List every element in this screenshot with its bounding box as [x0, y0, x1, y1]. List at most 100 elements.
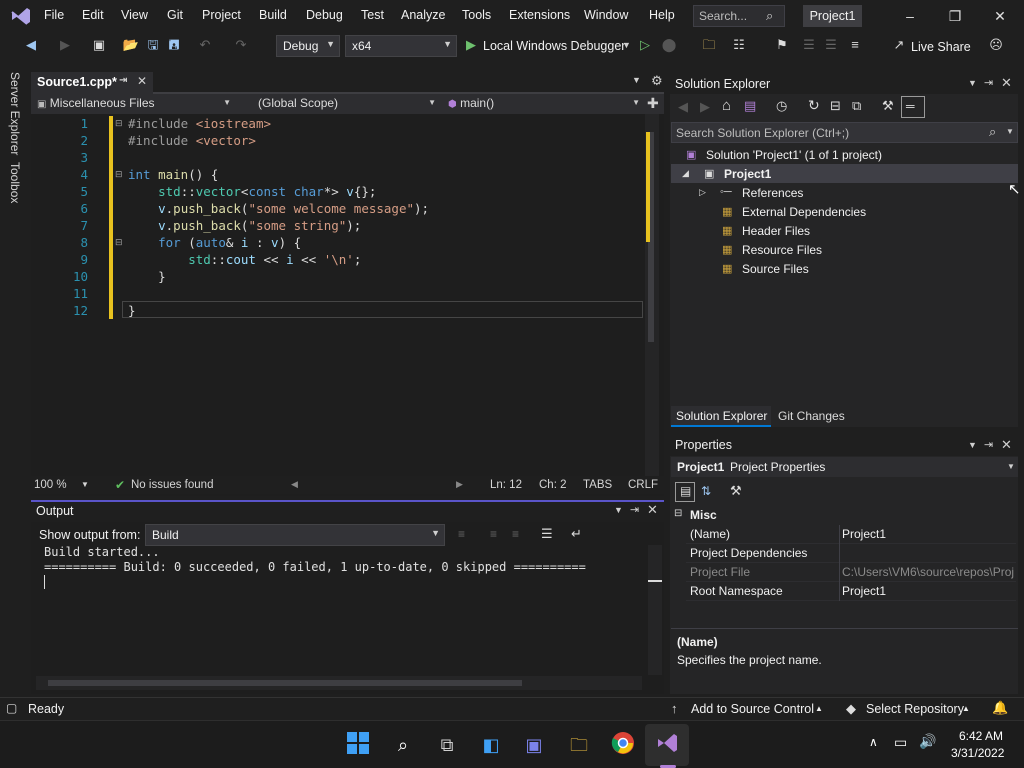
- menu-build[interactable]: Build: [259, 8, 287, 22]
- visual-studio-logo-icon[interactable]: [10, 6, 32, 26]
- home-icon[interactable]: ⌂: [722, 97, 731, 114]
- show-all-files-icon[interactable]: ⧉: [852, 98, 861, 114]
- tree-references[interactable]: References: [742, 186, 803, 200]
- editor-scrollbar[interactable]: [645, 114, 659, 476]
- menu-extensions[interactable]: Extensions: [509, 8, 570, 22]
- property-row[interactable]: (Name) Project1: [686, 525, 1016, 544]
- menu-tools[interactable]: Tools: [462, 8, 491, 22]
- live-share-icon[interactable]: ↗: [890, 36, 908, 54]
- start-without-debug-icon[interactable]: ▷: [636, 36, 654, 54]
- windows-start-icon[interactable]: [344, 731, 372, 759]
- project-scope-select[interactable]: ▣ Miscellaneous Files ▼: [33, 94, 233, 114]
- column-indicator[interactable]: Ch: 2: [539, 479, 567, 491]
- line-endings[interactable]: CRLF: [628, 479, 658, 491]
- close-icon[interactable]: ✕: [990, 6, 1010, 26]
- property-row[interactable]: Root Namespace Project1: [686, 582, 1016, 601]
- chevron-down-icon[interactable]: ▼: [1006, 127, 1014, 136]
- collapse-icon[interactable]: ⊟: [115, 118, 123, 129]
- property-pages-wrench-icon[interactable]: ⚒: [730, 483, 742, 499]
- search-icon[interactable]: ⌕: [389, 731, 417, 759]
- feedback-icon[interactable]: ☹: [987, 36, 1005, 54]
- split-window-icon[interactable]: ✚: [647, 95, 659, 112]
- member-select[interactable]: ⬢ main() ▼: [444, 94, 642, 114]
- toolbar-options-icon[interactable]: ≡: [846, 36, 864, 54]
- start-debug-icon[interactable]: ▶: [462, 36, 480, 54]
- layout-icon[interactable]: ☷: [730, 36, 748, 54]
- chevron-up-icon[interactable]: ▲: [962, 704, 970, 713]
- teams-chat-icon[interactable]: ▣: [520, 731, 548, 759]
- menu-file[interactable]: File: [44, 8, 64, 22]
- menu-git[interactable]: Git: [167, 8, 183, 22]
- clear-all-icon[interactable]: ☰: [541, 526, 553, 542]
- close-icon[interactable]: ✕: [1001, 75, 1012, 91]
- pin-icon[interactable]: ⇥: [119, 75, 127, 86]
- menu-debug[interactable]: Debug: [306, 8, 343, 22]
- tab-solution-explorer[interactable]: Solution Explorer: [671, 406, 771, 427]
- collapse-icon[interactable]: ⊟: [674, 508, 682, 519]
- issues-status[interactable]: No issues found: [131, 479, 213, 491]
- menu-project[interactable]: Project: [202, 8, 241, 22]
- output-text[interactable]: Build started... ========== Build: 0 succ…: [44, 545, 586, 589]
- close-tab-icon[interactable]: ✕: [137, 74, 147, 88]
- menu-help[interactable]: Help: [649, 8, 675, 22]
- menu-edit[interactable]: Edit: [82, 8, 104, 22]
- network-icon[interactable]: ▭: [894, 734, 907, 751]
- expanded-arrow-icon[interactable]: ◢: [682, 168, 689, 179]
- live-share-button[interactable]: Live Share: [911, 40, 971, 54]
- go-to-previous-icon[interactable]: ≡: [458, 527, 465, 541]
- bookmark-icon[interactable]: ⚑: [773, 36, 791, 54]
- categorized-button[interactable]: ▤: [675, 482, 695, 502]
- forward-icon[interactable]: ▶: [56, 36, 74, 54]
- undo-icon[interactable]: ↶: [196, 36, 214, 54]
- chevron-down-icon[interactable]: ▼: [968, 78, 977, 88]
- collapsed-arrow-icon[interactable]: ▷: [699, 187, 706, 198]
- forward-icon[interactable]: ▶: [700, 99, 710, 115]
- line-indicator[interactable]: Ln: 12: [490, 479, 522, 491]
- configuration-select[interactable]: Debug ▼: [276, 35, 340, 57]
- go-to-next-icon[interactable]: ≡: [490, 527, 497, 541]
- tree-solution[interactable]: Solution 'Project1' (1 of 1 project): [706, 148, 882, 162]
- notifications-bell-icon[interactable]: 🔔: [992, 700, 1008, 716]
- properties-object-select[interactable]: Project1 Project Properties ▼: [671, 457, 1018, 477]
- preview-toggle[interactable]: ═: [901, 96, 925, 118]
- add-to-source-control-button[interactable]: Add to Source Control: [691, 702, 814, 716]
- output-scrollbar[interactable]: [648, 545, 662, 675]
- collapse-icon[interactable]: ⊟: [115, 169, 123, 180]
- description-divider[interactable]: [671, 628, 1018, 629]
- settings-gear-icon[interactable]: ⚙: [651, 73, 663, 89]
- indent-mode[interactable]: TABS: [583, 479, 612, 491]
- output-source-select[interactable]: Build ▼: [145, 524, 445, 546]
- tab-list-chevron-icon[interactable]: ▼: [632, 75, 641, 85]
- pending-changes-icon[interactable]: ◷: [776, 98, 787, 114]
- menu-test[interactable]: Test: [361, 8, 384, 22]
- switch-views-icon[interactable]: ▤: [744, 98, 756, 114]
- collapse-all-icon[interactable]: ⊟: [830, 98, 841, 114]
- tree-source-files[interactable]: Source Files: [742, 262, 809, 276]
- tree-resource-files[interactable]: Resource Files: [742, 243, 822, 257]
- comment-icon[interactable]: ☰: [800, 36, 818, 54]
- save-all-icon[interactable]: 🖪: [165, 36, 183, 54]
- back-icon[interactable]: ◀: [22, 36, 40, 54]
- pin-icon[interactable]: ⇥: [984, 76, 993, 89]
- pin-icon[interactable]: ⇥: [984, 438, 993, 451]
- tree-header-files[interactable]: Header Files: [742, 224, 810, 238]
- chevron-down-icon[interactable]: ▼: [622, 40, 631, 50]
- tab-source1-cpp[interactable]: Source1.cpp* ⇥ ✕: [31, 72, 153, 94]
- open-folder-icon[interactable]: 📂: [122, 36, 140, 54]
- chevron-down-icon[interactable]: ▼: [614, 505, 623, 515]
- find-icon[interactable]: ≡: [512, 527, 519, 541]
- solution-search-input[interactable]: Search Solution Explorer (Ctrl+;) ⌕ ▼: [671, 122, 1018, 143]
- refresh-icon[interactable]: ↻: [808, 97, 820, 114]
- alphabetical-icon[interactable]: ⇅: [701, 484, 711, 498]
- clock-date[interactable]: 3/31/2022: [951, 746, 1004, 760]
- column-divider[interactable]: [839, 525, 840, 601]
- chevron-down-icon[interactable]: ▼: [968, 440, 977, 450]
- scroll-right-icon[interactable]: ▶: [456, 479, 463, 490]
- chrome-icon[interactable]: [609, 731, 637, 759]
- close-icon[interactable]: ✕: [647, 502, 658, 518]
- close-icon[interactable]: ✕: [1001, 437, 1012, 453]
- uncomment-icon[interactable]: ☰: [822, 36, 840, 54]
- chevron-up-icon[interactable]: ∧: [869, 735, 878, 749]
- pin-icon[interactable]: ⇥: [630, 503, 639, 516]
- local-debugger-button[interactable]: Local Windows Debugger: [483, 39, 625, 53]
